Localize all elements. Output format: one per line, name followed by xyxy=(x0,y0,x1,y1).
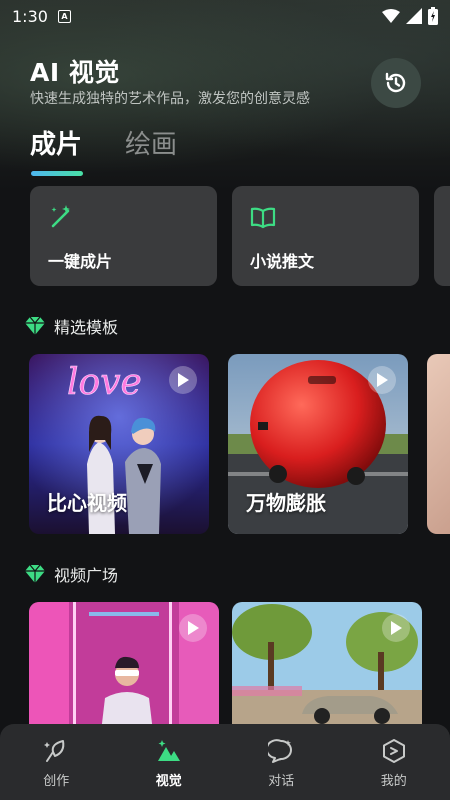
nav-item-vision[interactable]: 视觉 xyxy=(113,724,226,800)
chat-bubble-icon xyxy=(268,739,293,763)
nav-item-chat[interactable]: 对话 xyxy=(225,724,338,800)
section-title: 视频广场 xyxy=(54,566,119,585)
template-label: 万物膨胀 xyxy=(246,491,326,515)
status-time: 1:30 xyxy=(12,6,48,26)
quick-action-one-click-video[interactable]: 一键成片 xyxy=(30,186,217,286)
tab-huihua[interactable]: 绘画 xyxy=(125,124,177,161)
hexagon-icon xyxy=(382,739,405,763)
tab-indicator xyxy=(31,171,83,176)
video-card-car[interactable] xyxy=(232,602,422,732)
template-card-inflate[interactable]: 万物膨胀 xyxy=(228,354,408,534)
nav-item-mine[interactable]: 我的 xyxy=(338,724,450,800)
nav-item-create[interactable]: 创作 xyxy=(0,724,113,800)
diamond-icon xyxy=(25,564,45,583)
nav-label: 对话 xyxy=(268,774,295,789)
nav-label: 视觉 xyxy=(155,774,182,789)
battery-icon xyxy=(428,7,438,25)
magic-wand-icon xyxy=(51,205,70,228)
history-icon xyxy=(385,72,406,93)
tab-chengpian[interactable]: 成片 xyxy=(30,124,82,161)
page-subtitle: 快速生成独特的艺术作品，激发您的创意灵感 xyxy=(30,91,310,107)
notification-icon: A xyxy=(57,9,71,23)
play-button[interactable] xyxy=(179,614,207,642)
quick-action-novel-post[interactable]: 小说推文 xyxy=(232,186,419,286)
video-card-cyberpunk[interactable] xyxy=(29,602,219,732)
play-icon xyxy=(377,373,388,387)
quick-action-label: 一键成片 xyxy=(48,252,113,271)
triangles-icon xyxy=(157,740,180,761)
play-button[interactable] xyxy=(368,366,396,394)
history-button[interactable] xyxy=(371,58,421,108)
nav-label: 创作 xyxy=(43,774,70,789)
template-card-partial[interactable] xyxy=(427,354,450,534)
section-title: 精选模板 xyxy=(54,318,119,337)
play-button[interactable] xyxy=(169,366,197,394)
bottom-nav: 创作 视觉 对话 我的 xyxy=(0,724,450,800)
open-book-icon xyxy=(250,207,276,229)
template-card-bixin[interactable]: love 比心视频 xyxy=(29,354,209,534)
play-icon xyxy=(188,621,199,635)
quick-action-partial[interactable] xyxy=(434,186,450,286)
nav-label: 我的 xyxy=(380,774,407,789)
wifi-icon xyxy=(382,9,400,23)
signal-icon xyxy=(406,8,422,24)
neon-sign-text: love xyxy=(67,362,142,403)
video-section-heading: 视频广场 xyxy=(24,562,118,586)
page-title: AI 视觉 xyxy=(30,58,120,87)
status-bar: 1:30 A xyxy=(0,0,450,32)
play-button[interactable] xyxy=(382,614,410,642)
play-icon xyxy=(391,621,402,635)
quill-icon xyxy=(44,740,65,762)
quick-action-label: 小说推文 xyxy=(250,252,315,271)
diamond-icon xyxy=(25,316,45,335)
play-icon xyxy=(178,373,189,387)
template-label: 比心视频 xyxy=(47,491,127,515)
featured-section-heading: 精选模板 xyxy=(24,314,118,338)
